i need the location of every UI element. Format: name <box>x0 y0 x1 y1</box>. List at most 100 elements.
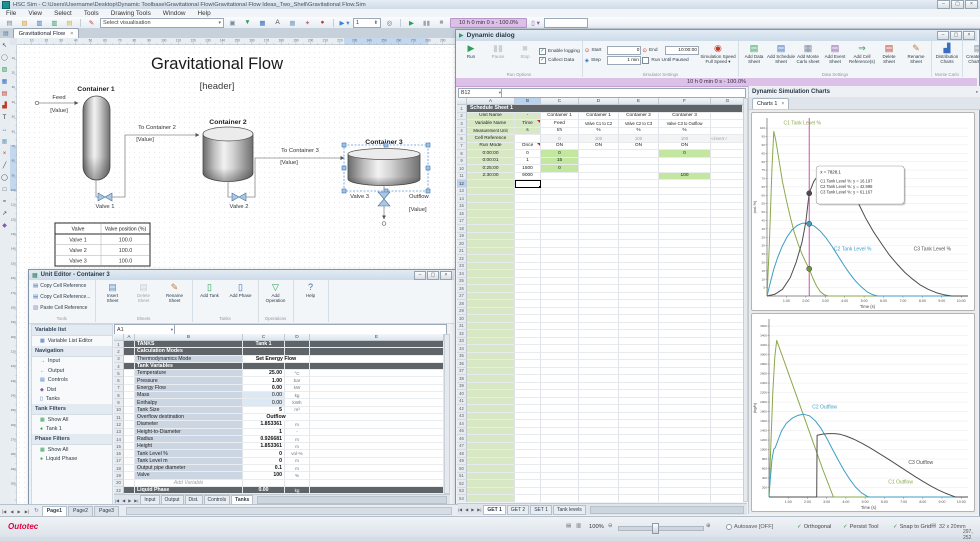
refresh-pages-icon[interactable]: ↻ <box>31 508 42 514</box>
cell-d[interactable] <box>579 465 619 473</box>
sidebar-item-show-all[interactable]: ▦Show All <box>32 415 112 425</box>
menu-item-tools[interactable]: Tools <box>78 10 105 17</box>
cell[interactable]: Pressure <box>135 377 243 384</box>
selection-handle[interactable] <box>384 143 388 147</box>
sidebar-item-tanks[interactable]: ▯Tanks <box>32 395 112 405</box>
cell[interactable] <box>124 377 135 384</box>
sheet-tab-tank-levels[interactable]: Tank levels <box>553 505 586 515</box>
cell[interactable] <box>124 421 135 428</box>
cell-a[interactable] <box>467 218 515 226</box>
cell-d[interactable] <box>579 338 619 346</box>
prev-sheet-button[interactable]: ◀ <box>121 498 126 503</box>
column-header-A[interactable]: A <box>467 98 515 105</box>
cell-a[interactable] <box>467 195 515 203</box>
cell[interactable]: % <box>285 472 310 479</box>
row-header[interactable]: 19 <box>114 472 124 479</box>
cell-g[interactable] <box>711 450 743 458</box>
column-header-E[interactable]: E <box>310 334 444 341</box>
cell[interactable] <box>310 356 444 363</box>
cell-a[interactable] <box>467 248 515 256</box>
column-header-E[interactable]: E <box>619 98 659 105</box>
cell[interactable]: 1.00 <box>243 377 285 384</box>
cell-b[interactable] <box>515 293 541 301</box>
row-header[interactable]: 17 <box>114 458 124 465</box>
cell-f[interactable] <box>659 488 711 496</box>
cell[interactable] <box>310 407 444 414</box>
cell-d[interactable] <box>579 420 619 428</box>
cell-f[interactable] <box>659 465 711 473</box>
sidebar-item-tank-1[interactable]: ●Tank 1 <box>32 425 112 435</box>
cell-c[interactable]: ON <box>541 143 579 151</box>
cell-g[interactable] <box>711 420 743 428</box>
cell-a[interactable] <box>467 353 515 361</box>
cell[interactable] <box>285 341 310 348</box>
cell-b[interactable] <box>515 285 541 293</box>
cell-a[interactable]: Measurement Unit <box>467 128 515 136</box>
sheet-tab-set-1[interactable]: SET 1 <box>530 505 552 515</box>
cell-c[interactable] <box>541 293 579 301</box>
cell[interactable] <box>124 348 135 355</box>
schedule-sheet[interactable]: ABCDEFG1Schedule Sheet 12Unit Name-Conta… <box>457 98 743 502</box>
cell-b[interactable] <box>515 368 541 376</box>
zoom-slider-thumb[interactable] <box>652 523 659 534</box>
error-check-icon[interactable]: ● <box>316 18 329 27</box>
first-page-button[interactable]: |◀ <box>0 509 8 514</box>
cell-b[interactable]: - <box>515 113 541 121</box>
cell[interactable] <box>124 356 135 363</box>
cell-a[interactable]: 0:00:01 <box>467 158 515 166</box>
cell-e[interactable] <box>619 353 659 361</box>
cell-d[interactable] <box>579 375 619 383</box>
cell-g[interactable] <box>711 315 743 323</box>
cell-f[interactable] <box>659 210 711 218</box>
close-button[interactable]: × <box>440 271 452 280</box>
cell-e[interactable] <box>619 450 659 458</box>
cell-d[interactable] <box>579 300 619 308</box>
cell-d[interactable] <box>579 255 619 263</box>
cell-e[interactable] <box>619 173 659 181</box>
close-button[interactable]: × <box>965 0 978 9</box>
row-header[interactable]: 1 <box>114 341 124 348</box>
row-header[interactable]: 33 <box>457 338 467 346</box>
row-header[interactable]: 20 <box>114 480 124 487</box>
row-header[interactable]: 36 <box>457 360 467 368</box>
cell-g[interactable] <box>711 435 743 443</box>
cell-a[interactable]: Run Mode <box>467 143 515 151</box>
cell[interactable] <box>310 443 444 450</box>
simulation-speed-button[interactable]: ◉Simulation SpeedFull Speed ▾ <box>700 41 736 72</box>
run-simulation-icon[interactable]: ▶ <box>405 18 418 27</box>
cell-g[interactable] <box>711 458 743 466</box>
row-header[interactable]: 29 <box>457 308 467 316</box>
row-header[interactable]: 37 <box>457 368 467 376</box>
cell[interactable]: kW <box>285 385 310 392</box>
row-header[interactable]: 48 <box>457 450 467 458</box>
cell-b[interactable] <box>515 278 541 286</box>
grid-tool-icon[interactable]: ▦ <box>0 137 9 146</box>
cell-d[interactable] <box>579 473 619 481</box>
next-sheet-button[interactable]: ▶ <box>127 498 132 503</box>
cell-a[interactable] <box>467 180 515 188</box>
cell-g[interactable] <box>711 398 743 406</box>
cell[interactable] <box>124 450 135 457</box>
cell-f[interactable] <box>659 248 711 256</box>
row-header[interactable]: 53 <box>457 488 467 496</box>
cell-a[interactable] <box>467 473 515 481</box>
cell[interactable] <box>310 429 444 436</box>
cell-f[interactable]: ON <box>659 143 711 151</box>
cell-g[interactable] <box>711 173 743 181</box>
row-header[interactable]: 4 <box>114 363 124 370</box>
cell-c[interactable] <box>541 225 579 233</box>
row-header[interactable]: 44 <box>457 420 467 428</box>
unit-editor-sheet[interactable]: ABCDE1TANKSTank 12Calculation Modes3Ther… <box>114 334 444 494</box>
chart-tool-icon[interactable]: ▟ <box>0 101 9 110</box>
cell-a[interactable] <box>467 308 515 316</box>
cell-g[interactable] <box>711 233 743 241</box>
cell[interactable]: Temperature <box>135 370 243 377</box>
cell-c[interactable] <box>541 405 579 413</box>
cell-b[interactable] <box>515 360 541 368</box>
link-tool-icon[interactable]: ↔ <box>0 125 9 134</box>
cell[interactable]: 0 <box>243 450 285 457</box>
cell-b[interactable] <box>515 465 541 473</box>
cell-f[interactable] <box>659 270 711 278</box>
cell-f[interactable] <box>659 450 711 458</box>
cell-g[interactable] <box>711 428 743 436</box>
